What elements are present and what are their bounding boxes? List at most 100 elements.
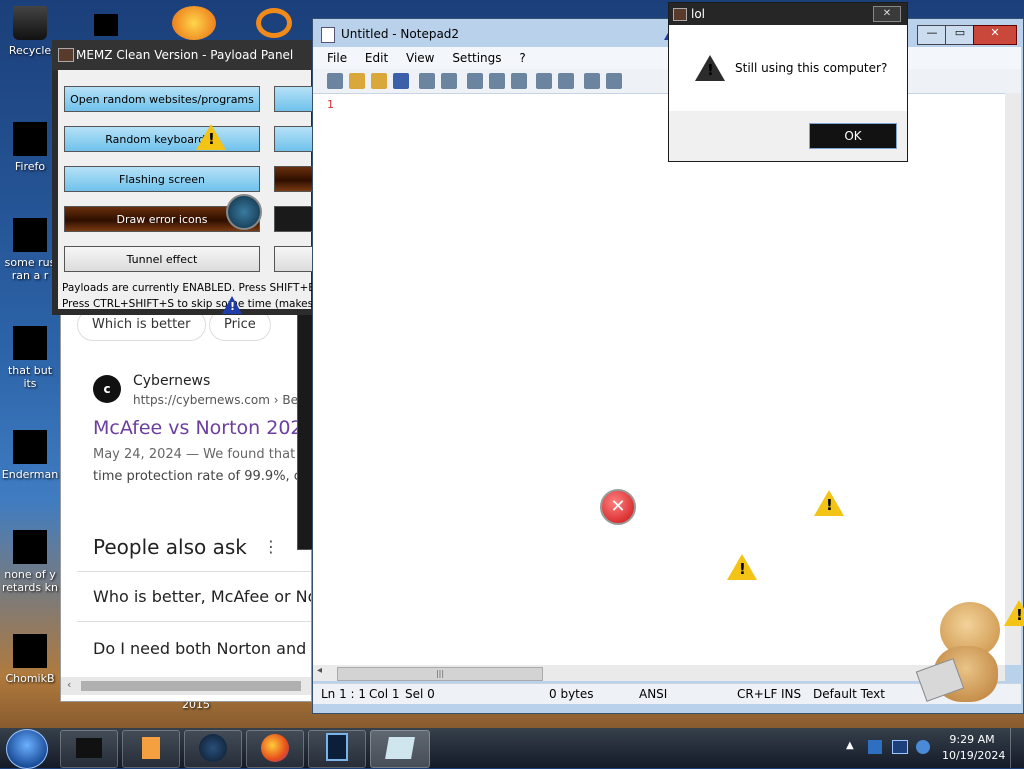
scroll-left-icon[interactable]: ◂ [317,665,322,676]
payload-button-partial[interactable] [274,86,314,112]
dialog-close-button[interactable]: ✕ [873,6,901,22]
more-options-icon[interactable]: ⋮ [263,537,279,556]
horizontal-scrollbar[interactable]: ◂ ||| [313,665,1005,681]
horizontal-scrollbar[interactable]: ‹ [61,677,311,695]
app-icon [58,48,74,62]
ok-button[interactable]: OK [809,123,897,149]
status-encoding[interactable]: ANSI [639,684,667,704]
taskbar-app-button[interactable] [246,730,304,768]
status-col: Col 1 [369,687,400,701]
payload-flashing-screen-button[interactable]: Flashing screen [64,166,260,192]
firefox-icon [172,6,216,40]
zoom-in-icon[interactable] [606,73,623,89]
vertical-scrollbar[interactable] [1005,93,1021,665]
cybernews-logo-icon: c [93,375,121,403]
result-date: May 24, 2024 — We found that [93,447,296,462]
desktop-icon-that-but-its[interactable]: that but its [0,326,60,390]
memz-icon [326,733,348,761]
desktop-icon-none-of-y[interactable]: none of y retards kn [0,530,60,594]
clock-time[interactable]: 9:29 AM [944,733,1000,746]
menu-edit[interactable]: Edit [365,51,388,65]
find-icon[interactable] [536,73,553,89]
menu-view[interactable]: View [406,51,434,65]
payload-random-keyboard-button[interactable]: Random keyboard in [64,126,260,152]
scroll-thumb[interactable]: ||| [337,667,543,681]
result-source-name: Cybernews [133,373,211,389]
file-icon [13,430,47,464]
editor-area[interactable]: 1 [313,93,1005,666]
volume-icon[interactable] [916,740,930,754]
notepad-icon [385,737,415,759]
memz-payload-panel: MEMZ Clean Version - Payload Panel Open … [52,40,317,315]
desktop-icon-label: ran a r [11,269,49,282]
taskbar: ▲ 9:29 AM 10/19/2024 [0,728,1024,769]
copy-icon[interactable] [488,73,505,89]
close-button[interactable]: ✕ [973,25,1017,45]
desktop-icon-firefox[interactable]: Firefo [0,122,60,173]
replace-icon[interactable] [558,73,575,89]
scroll-thumb[interactable] [81,681,301,691]
desktop-icon-chomikb[interactable]: ChomikB [0,634,60,685]
word-wrap-icon[interactable] [584,73,601,89]
warning-icon [695,55,725,81]
start-button[interactable] [6,729,48,769]
show-desktop-button[interactable] [1010,728,1024,768]
redo-icon[interactable] [440,73,457,89]
payload-tunnel-effect-button[interactable]: Tunnel effect [64,246,260,272]
app-icon [673,8,687,21]
status-sel: Sel 0 [405,687,435,701]
minimize-button[interactable]: — [917,25,947,45]
browse-icon[interactable] [371,73,387,89]
desktop-icon-partial [94,14,118,36]
menu-help[interactable]: ? [519,51,525,65]
result-title-link[interactable]: McAfee vs Norton 2024 [93,417,311,439]
warning-icon [1004,600,1024,626]
paste-icon[interactable] [510,73,527,89]
maximize-button[interactable]: ▭ [945,25,975,45]
notepad-icon [321,27,335,43]
info-icon [222,296,242,314]
notepad-title: Untitled - Notepad2 [341,27,460,41]
desktop-icon-label: ChomikB [5,672,55,685]
memz-title-bar: MEMZ Clean Version - Payload Panel [52,40,317,70]
question-item[interactable]: Do I need both Norton and McA [93,639,311,658]
desktop-icon-recycle-bin[interactable]: Recycle [0,6,60,57]
taskbar-app-button[interactable] [184,730,242,768]
taskbar-app-button[interactable] [122,730,180,768]
status-scheme[interactable]: Default Text [813,684,885,704]
menu-file[interactable]: File [327,51,347,65]
network-icon[interactable] [868,740,882,754]
taskbar-app-button[interactable] [370,730,430,768]
result-source-url[interactable]: https://cybernews.com › Best / [133,393,311,407]
desktop-icon-label: that but its [7,364,53,390]
cut-icon[interactable] [466,73,483,89]
dialog-message: Still using this computer? [735,61,888,75]
status-eol[interactable]: CR+LF [737,684,777,704]
payload-button-partial[interactable] [274,126,314,152]
open-icon[interactable] [349,73,365,89]
payload-open-websites-button[interactable]: Open random websites/programs [64,86,260,112]
undo-icon[interactable] [418,73,435,89]
scroll-left-icon[interactable]: ‹ [67,678,71,691]
payload-button-partial[interactable] [274,166,314,192]
desktop-icon-some-rus[interactable]: some rus ran a r [0,218,60,282]
status-size: 0 bytes [549,687,594,701]
clock-date[interactable]: 10/19/2024 [942,749,1005,762]
desktop-icon-enderman[interactable]: Enderman [0,430,60,481]
browser-window: Which is better Price c Cybernews https:… [60,300,312,702]
display-icon[interactable] [892,740,908,754]
status-bar: Ln 1 : 1 Col 1 Sel 0 0 bytes ANSI CR+LF … [313,683,1021,704]
message-dialog: lol ✕ Still using this computer? OK [668,2,908,162]
new-icon[interactable] [327,73,343,89]
menu-settings[interactable]: Settings [452,51,501,65]
taskbar-app-button[interactable] [60,730,118,768]
warning-icon [727,554,757,580]
question-item[interactable]: Who is better, McAfee or Norto [93,587,311,606]
payload-button-partial[interactable] [274,246,314,272]
status-position: Ln 1 : 1 [321,687,367,701]
payload-button-partial[interactable] [274,206,314,232]
show-hidden-icons-icon[interactable]: ▲ [846,740,854,751]
desktop-icon-label: retards kn [2,581,58,594]
save-icon[interactable] [393,73,409,89]
taskbar-app-button[interactable] [308,730,366,768]
